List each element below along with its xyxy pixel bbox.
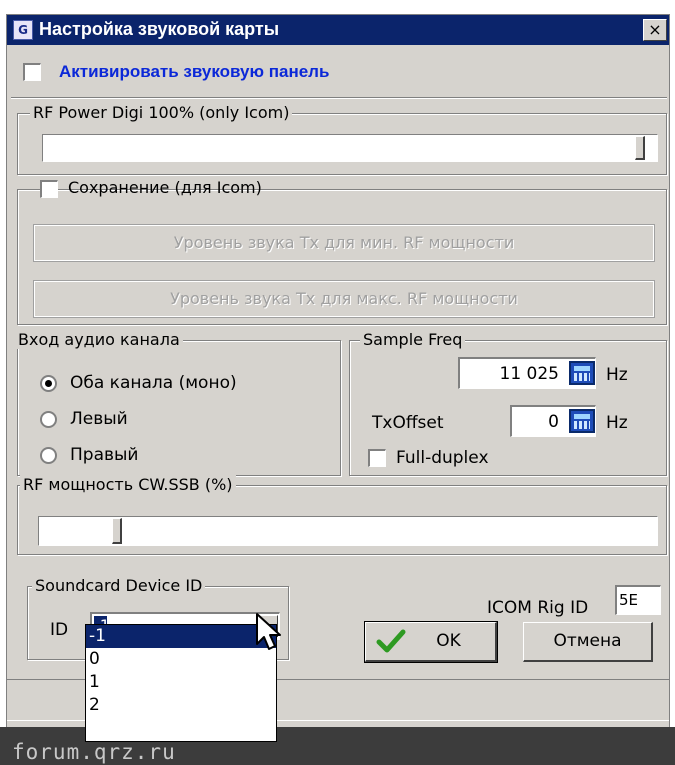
tx-level-min-rf-button[interactable]: Уровень звука Tx для мин. RF мощности — [33, 224, 655, 262]
rf-power-digi-thumb[interactable] — [635, 136, 645, 160]
full-duplex-checkbox[interactable] — [368, 449, 386, 467]
ok-label: OK — [436, 631, 461, 651]
full-duplex-label[interactable]: Full-duplex — [396, 448, 489, 468]
sample-freq-unit: Hz — [606, 365, 628, 385]
dropdown-option[interactable]: 2 — [86, 694, 276, 717]
dropdown-option[interactable]: 1 — [86, 671, 276, 694]
rf-power-digi-group: RF Power Digi 100% (only Icom) — [17, 103, 667, 175]
watermark-text: forum.qrz.ru — [12, 740, 176, 764]
calculator-icon[interactable] — [569, 409, 595, 433]
tx-level-max-rf-button[interactable]: Уровень звука Tx для макс. RF мощности — [33, 280, 655, 318]
close-button[interactable]: × — [643, 19, 667, 41]
rf-cw-ssb-group: RF мощность CW.SSB (%) — [17, 475, 667, 555]
radio-right-channel[interactable] — [40, 447, 57, 464]
audio-input-group: Вход аудио канала Оба канала (моно) Левы… — [15, 330, 341, 476]
dropdown-option[interactable]: 0 — [86, 648, 276, 671]
sample-freq-caption: Sample Freq — [360, 330, 466, 349]
activate-checkbox[interactable] — [23, 63, 41, 81]
rf-power-digi-slider[interactable] — [42, 134, 658, 162]
left-channel-label[interactable]: Левый — [70, 409, 128, 429]
app-icon: G — [13, 20, 33, 40]
divider — [11, 97, 667, 99]
txoffset-unit: Hz — [606, 413, 628, 433]
calculator-icon[interactable] — [569, 361, 595, 385]
cancel-button[interactable]: Отмена — [523, 622, 653, 662]
sample-freq-group: Sample Freq 11 025 Hz TxOffset 0 Hz Full… — [349, 330, 667, 476]
icom-rig-id-input[interactable]: 5E — [615, 585, 661, 615]
activate-label[interactable]: Активировать звуковую панель — [59, 62, 329, 82]
device-id-label: ID — [50, 620, 69, 640]
rf-cw-ssb-slider[interactable] — [38, 516, 658, 546]
rf-power-digi-caption: RF Power Digi 100% (only Icom) — [30, 103, 293, 122]
dropdown-option[interactable]: -1 — [86, 625, 276, 648]
rf-cw-ssb-caption: RF мощность CW.SSB (%) — [20, 475, 236, 494]
save-checkbox[interactable] — [40, 180, 58, 198]
save-label[interactable]: Сохранение (для Icom) — [68, 178, 262, 197]
title-bar[interactable]: G Настройка звуковой карты × — [7, 15, 669, 45]
ok-button[interactable]: OK — [364, 621, 498, 663]
window-title: Настройка звуковой карты — [39, 19, 280, 39]
icom-rig-id-label: ICOM Rig ID — [487, 598, 589, 618]
radio-left-channel[interactable] — [40, 411, 57, 428]
txoffset-label: TxOffset — [372, 413, 444, 433]
checkmark-icon — [376, 629, 406, 653]
soundcard-device-caption: Soundcard Device ID — [32, 576, 206, 595]
device-id-dropdown-list[interactable]: -1 0 1 2 — [85, 624, 277, 742]
both-channels-label[interactable]: Оба канала (моно) — [70, 373, 237, 393]
save-group: Сохранение (для Icom) Уровень звука Tx д… — [17, 178, 667, 325]
radio-both-channels[interactable] — [40, 375, 57, 392]
right-channel-label[interactable]: Правый — [70, 445, 138, 465]
mouse-cursor-icon — [256, 613, 281, 650]
audio-input-caption: Вход аудио канала — [15, 330, 183, 349]
rf-cw-ssb-thumb[interactable] — [112, 518, 122, 544]
